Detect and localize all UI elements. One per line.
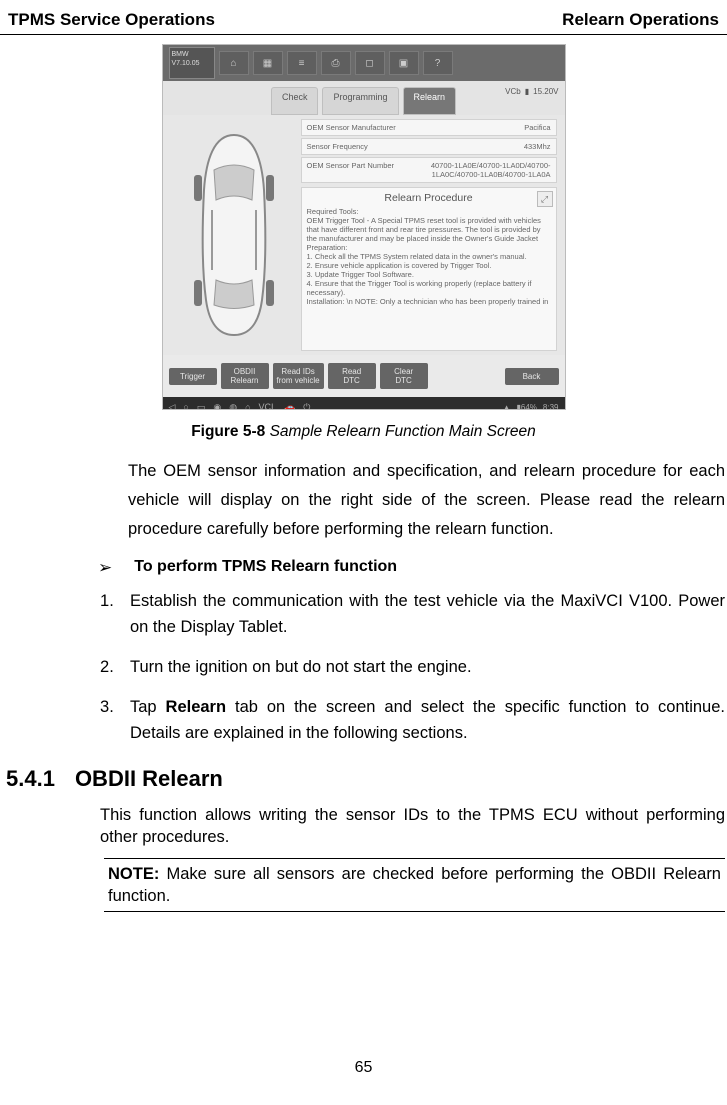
figure-wrap: BMW V7.10.05 ⌂ ▦ ≡ ⎙ ◻ ▣ ? Check Program…: [0, 45, 727, 409]
info-panel: OEM Sensor Manufacturer Pacifica Sensor …: [299, 115, 559, 355]
wifi-icon: ▲: [503, 403, 511, 410]
nav-right: ▲ ▮64% 8:39: [503, 403, 559, 410]
figure-main: OEM Sensor Manufacturer Pacifica Sensor …: [163, 115, 565, 355]
info-row: OEM Sensor Part Number 40700-1LA0E/40700…: [301, 157, 557, 183]
steps-list: Establish the communication with the tes…: [100, 588, 725, 746]
step-1: Establish the communication with the tes…: [100, 588, 725, 640]
caption-italic: Sample Relearn Function Main Screen: [265, 423, 536, 440]
save-icon[interactable]: ▣: [389, 51, 419, 75]
procedure-line: Installation: \n NOTE: Only a technician…: [307, 297, 551, 306]
header-left: TPMS Service Operations: [8, 10, 215, 30]
brand-top: BMW: [172, 50, 212, 59]
procedure-line: Required Tools:: [307, 207, 551, 216]
figure-image: BMW V7.10.05 ⌂ ▦ ≡ ⎙ ◻ ▣ ? Check Program…: [163, 45, 565, 409]
procedure-box: ⤢ Relearn Procedure Required Tools: OEM …: [301, 187, 557, 351]
tab-programming[interactable]: Programming: [322, 87, 398, 115]
clear-dtc-button[interactable]: Clear DTC: [380, 363, 428, 389]
info-row: OEM Sensor Manufacturer Pacifica: [301, 119, 557, 136]
figure-button-row: Trigger OBDII Relearn Read IDs from vehi…: [163, 355, 565, 397]
info-value: 40700-1LA0E/40700-1LA0D/40700-1LA0C/4070…: [416, 161, 550, 179]
nav-app-icon[interactable]: ◍: [229, 402, 237, 410]
trigger-button[interactable]: Trigger: [169, 368, 217, 385]
section-heading: 5.4.1 OBDII Relearn: [6, 766, 727, 792]
note-box: NOTE: Make sure all sensors are checked …: [104, 858, 725, 912]
nav-car-icon[interactable]: 🚗: [284, 402, 295, 410]
android-navbar: ◁ ○ ▭ ◉ ◍ ⌂ VCI. 🚗 ⏻ ▲ ▮64% 8:39: [163, 397, 565, 409]
car-panel: [169, 115, 299, 355]
tab-check[interactable]: Check: [271, 87, 319, 115]
section-title: OBDII Relearn: [75, 766, 223, 792]
section-number: 5.4.1: [6, 766, 55, 792]
step-2: Turn the ignition on but do not start th…: [100, 654, 725, 680]
step-3-pre: Tap: [130, 698, 166, 716]
procedure-title: Relearn Procedure: [307, 194, 551, 203]
procedure-heading: ➢ To perform TPMS Relearn function: [98, 558, 727, 578]
arrow-icon: ➢: [98, 558, 112, 578]
nav-back-icon[interactable]: ◁: [169, 402, 176, 410]
nav-house-icon[interactable]: ⌂: [245, 402, 250, 409]
caption-bold: Figure 5-8: [191, 423, 265, 440]
read-dtc-button[interactable]: Read DTC: [328, 363, 376, 389]
header-right: Relearn Operations: [562, 10, 719, 30]
vci-status: VCb ▮ 15.20V: [505, 87, 558, 96]
obdii-paragraph: This function allows writing the sensor …: [100, 804, 725, 848]
paragraph-1: The OEM sensor information and specifica…: [128, 457, 725, 544]
procedure-line: 4. Ensure that the Trigger Tool is worki…: [307, 279, 551, 297]
screenshot-icon[interactable]: ◻: [355, 51, 385, 75]
nav-vci-icon[interactable]: VCI.: [259, 402, 277, 409]
note-text: Make sure all sensors are checked before…: [108, 865, 721, 905]
battery-icon: ▮: [525, 87, 529, 96]
battery-pct: ▮64%: [517, 403, 537, 410]
clock: 8:39: [543, 403, 559, 410]
procedure-line: 1. Check all the TPMS System related dat…: [307, 252, 551, 261]
page: TPMS Service Operations Relearn Operatio…: [0, 0, 727, 1105]
note-label: NOTE:: [108, 865, 159, 883]
back-button[interactable]: Back: [505, 368, 559, 385]
nav-home-icon[interactable]: ○: [183, 402, 188, 409]
read-ids-button[interactable]: Read IDs from vehicle: [273, 363, 324, 389]
tab-relearn[interactable]: Relearn: [403, 87, 457, 115]
info-label: OEM Sensor Part Number: [307, 161, 395, 179]
obdii-relearn-button[interactable]: OBDII Relearn: [221, 363, 269, 389]
page-header: TPMS Service Operations Relearn Operatio…: [0, 10, 727, 30]
home-icon[interactable]: ⌂: [219, 51, 249, 75]
page-number: 65: [0, 1059, 727, 1077]
nav-recent-icon[interactable]: ▭: [197, 402, 206, 410]
step-3-bold: Relearn: [166, 698, 227, 716]
print-icon[interactable]: ⎙: [321, 51, 351, 75]
nav-icon[interactable]: ▦: [253, 51, 283, 75]
vci-label: VCb: [505, 87, 521, 96]
figure-status-bar: BMW V7.10.05 ⌂ ▦ ≡ ⎙ ◻ ▣ ?: [163, 45, 565, 81]
expand-icon[interactable]: ⤢: [537, 191, 553, 207]
step-3: Tap Relearn tab on the screen and select…: [100, 694, 725, 746]
nav-camera-icon[interactable]: ◉: [213, 402, 221, 410]
brand-badge: BMW V7.10.05: [169, 47, 215, 79]
content: BMW V7.10.05 ⌂ ▦ ≡ ⎙ ◻ ▣ ? Check Program…: [0, 35, 727, 912]
info-label: OEM Sensor Manufacturer: [307, 123, 396, 132]
procedure-line: 2. Ensure vehicle application is covered…: [307, 261, 551, 270]
nav-power-icon[interactable]: ⏻: [303, 402, 310, 410]
help-icon[interactable]: ?: [423, 51, 453, 75]
info-value: 433Mhz: [524, 142, 551, 151]
figure-tabs: Check Programming Relearn VCb ▮ 15.20V: [163, 81, 565, 115]
procedure-heading-text: To perform TPMS Relearn function: [134, 558, 397, 576]
info-value: Pacifica: [524, 123, 550, 132]
info-row: Sensor Frequency 433Mhz: [301, 138, 557, 155]
procedure-line: 3. Update Trigger Tool Software.: [307, 270, 551, 279]
brand-sub: V7.10.05: [172, 59, 212, 68]
info-label: Sensor Frequency: [307, 142, 368, 151]
figure-caption: Figure 5-8 Sample Relearn Function Main …: [0, 423, 727, 441]
car-outline-icon: [184, 130, 284, 340]
chart-icon[interactable]: ≡: [287, 51, 317, 75]
voltage: 15.20V: [533, 87, 558, 96]
procedure-line: OEM Trigger Tool - A Special TPMS reset …: [307, 216, 551, 252]
